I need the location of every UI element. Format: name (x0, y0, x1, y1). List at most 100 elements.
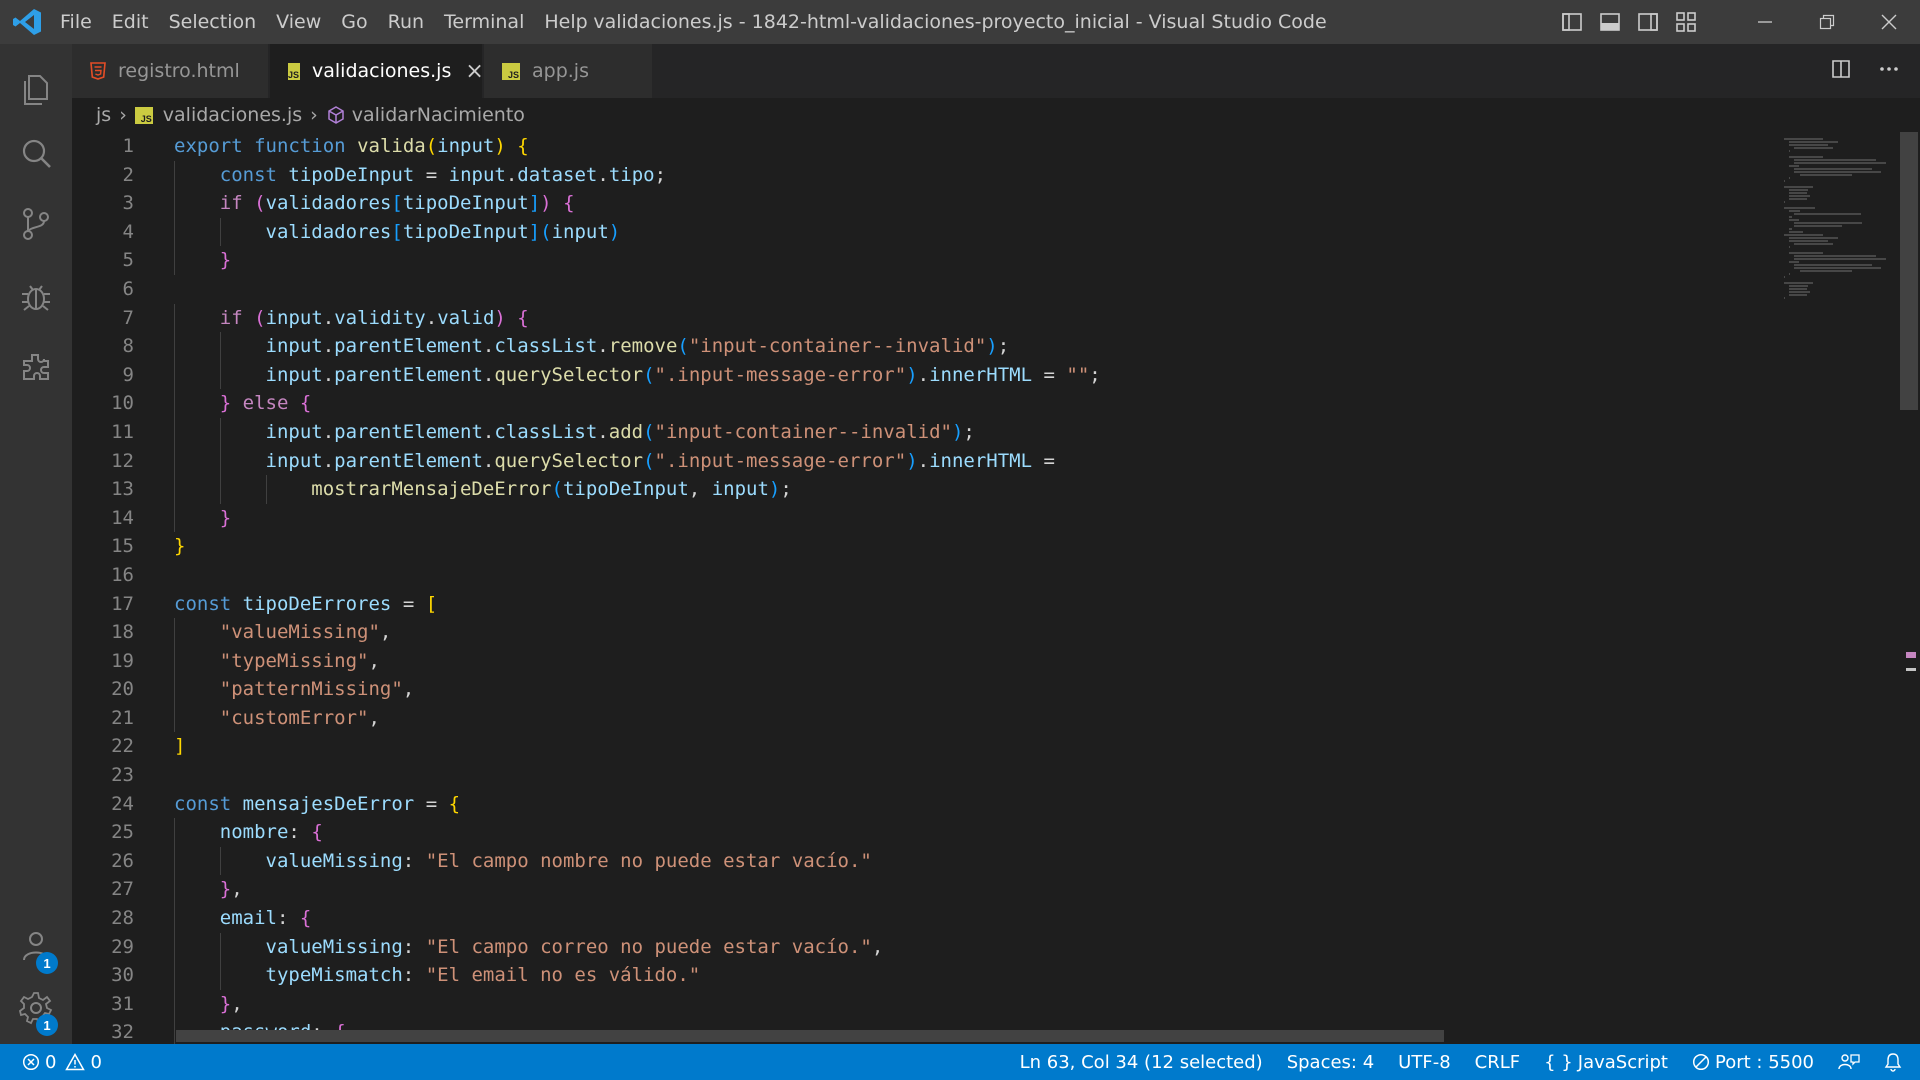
menu-run[interactable]: Run (378, 0, 434, 44)
title-bar: File Edit Selection View Go Run Terminal… (0, 0, 1920, 44)
scrollbar-thumb[interactable] (1900, 132, 1918, 410)
manage-badge: 1 (36, 1014, 58, 1036)
breadcrumb-file-label: validaciones.js (162, 104, 303, 126)
encoding[interactable]: UTF-8 (1398, 1052, 1450, 1073)
code-text: "valueMissing", (219, 621, 392, 644)
code-line: 7 if (input.validity.valid) { (72, 303, 1772, 333)
menu-edit[interactable]: Edit (102, 0, 159, 44)
restore-button[interactable] (1796, 0, 1858, 44)
code-text: input.parentElement.classList.add("input… (265, 420, 975, 443)
minimap-line (1789, 189, 1808, 191)
minimap-line (1789, 291, 1811, 293)
explorer-button[interactable] (0, 58, 72, 122)
code-line: 9 input.parentElement.querySelector(".in… (72, 360, 1772, 390)
problems-indicator[interactable]: 0 0 (22, 1052, 102, 1073)
warnings-count: 0 (90, 1051, 102, 1073)
code-editor[interactable]: 1 export function valida(input) {2 const … (72, 132, 1772, 1044)
code-line: 20 "patternMissing", (72, 675, 1772, 704)
toggle-secondary-sidebar-icon[interactable] (1636, 10, 1660, 34)
minimap-line (1794, 267, 1881, 269)
line-number: 15 (111, 535, 134, 558)
menu-selection[interactable]: Selection (159, 0, 267, 44)
line-number: 25 (111, 821, 134, 844)
code-text: } (174, 535, 186, 558)
minimap-line (1789, 219, 1800, 221)
cursor-position[interactable]: Ln 63, Col 34 (12 selected) (1020, 1052, 1263, 1073)
minimize-button[interactable] (1734, 0, 1796, 44)
minimap-line (1794, 147, 1834, 149)
source-control-button[interactable] (0, 192, 72, 256)
line-endings[interactable]: CRLF (1475, 1052, 1520, 1073)
tab-label: app.js (532, 60, 589, 82)
more-actions-icon[interactable] (1878, 58, 1900, 80)
tab-app-js[interactable]: JS app.js (484, 44, 652, 98)
minimap-line (1799, 270, 1853, 272)
customize-layout-icon[interactable] (1674, 10, 1698, 34)
minimap-line (1794, 222, 1862, 224)
menu-go[interactable]: Go (331, 0, 377, 44)
minimap-line (1789, 141, 1838, 143)
line-number: 14 (111, 506, 134, 529)
code-line: 16 (72, 561, 1772, 590)
menu-terminal[interactable]: Terminal (434, 0, 534, 44)
line-number: 29 (111, 935, 134, 958)
live-server-port[interactable]: Port : 5500 (1692, 1052, 1814, 1073)
chevron-right-icon: › (119, 104, 127, 126)
js-icon: JS (134, 106, 153, 124)
minimap-line (1789, 156, 1823, 158)
line-number: 3 (122, 192, 134, 215)
code-line: 10 } else { (72, 389, 1772, 418)
accounts-badge: 1 (36, 952, 58, 974)
vertical-scrollbar[interactable] (1898, 132, 1920, 1044)
code-line: 28 email: { (72, 904, 1772, 933)
manage-button[interactable]: 1 (0, 976, 72, 1040)
line-number: 30 (111, 964, 134, 987)
line-number: 26 (111, 849, 134, 872)
code-line: 3 if (validadores[tipoDeInput]) { (72, 189, 1772, 218)
minimap[interactable] (1776, 132, 1898, 1044)
line-number: 5 (122, 249, 134, 272)
no-entry-icon (1692, 1053, 1710, 1071)
bell-icon[interactable] (1884, 1052, 1902, 1072)
toggle-panel-icon[interactable] (1598, 10, 1622, 34)
minimap-line (1789, 192, 1807, 194)
menu-view[interactable]: View (266, 0, 331, 44)
extensions-button[interactable] (0, 336, 72, 400)
code-text: email: { (219, 907, 312, 930)
toggle-primary-sidebar-icon[interactable] (1560, 10, 1584, 34)
close-tab-icon[interactable]: × (465, 59, 483, 84)
menu-help[interactable]: Help (534, 0, 597, 44)
extensions-icon (23, 354, 49, 380)
editor-tab-bar: registro.html JS validaciones.js × JS ap… (72, 44, 1920, 98)
feedback-icon[interactable] (1838, 1052, 1860, 1072)
indentation[interactable]: Spaces: 4 (1287, 1052, 1374, 1073)
breadcrumb-file[interactable]: JS validaciones.js (134, 104, 303, 126)
close-window-button[interactable] (1858, 0, 1920, 44)
accounts-button[interactable]: 1 (0, 914, 72, 978)
minimap-line (1789, 231, 1803, 233)
search-button[interactable] (0, 122, 72, 186)
code-text: if (validadores[tipoDeInput]) { (219, 192, 575, 215)
line-number: 12 (111, 449, 134, 472)
line-number: 6 (122, 277, 134, 300)
language-mode[interactable]: { } JavaScript (1544, 1052, 1668, 1073)
minimap-line (1784, 180, 1786, 182)
split-editor-icon[interactable] (1830, 58, 1852, 80)
line-number: 24 (111, 792, 134, 815)
minimap-line (1794, 255, 1876, 257)
errors-count: 0 (45, 1051, 57, 1073)
line-number: 16 (111, 563, 134, 586)
editor-actions (1830, 58, 1900, 80)
code-text: "customError", (219, 706, 380, 729)
line-number: 4 (122, 220, 134, 243)
tab-validaciones-js[interactable]: JS validaciones.js × (270, 44, 484, 98)
js-icon: JS (502, 62, 520, 80)
menu-file[interactable]: File (50, 0, 102, 44)
tab-registro-html[interactable]: registro.html (72, 44, 268, 98)
horizontal-scrollbar[interactable] (176, 1030, 1444, 1042)
breadcrumb-symbol[interactable]: validarNacimiento (326, 104, 525, 126)
code-line: 24 const mensajesDeError = { (72, 790, 1772, 819)
code-text: }, (219, 878, 243, 901)
breadcrumb-folder[interactable]: js (96, 104, 111, 126)
run-debug-button[interactable] (0, 264, 72, 328)
